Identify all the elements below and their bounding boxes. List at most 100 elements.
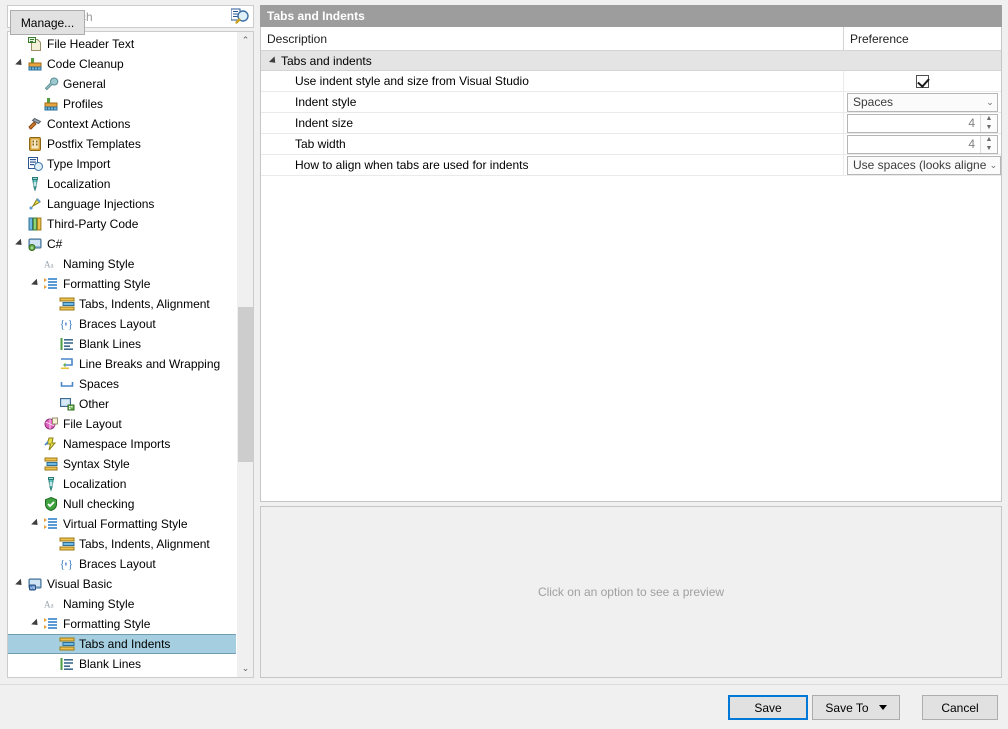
scrollbar-thumb[interactable] (238, 307, 253, 462)
option-value-cell[interactable]: Use spaces (looks aligne⌄ (844, 155, 1002, 176)
svg-text:{: { (60, 557, 66, 571)
tree-item-postfix-templates[interactable]: Postfix Templates (8, 134, 236, 154)
tree-item-label: Localization (47, 174, 110, 194)
tree-item-c[interactable]: #C# (8, 234, 236, 254)
tree-item-label: Formatting Style (63, 614, 150, 634)
save-button[interactable]: Save (728, 695, 808, 720)
option-row[interactable]: How to align when tabs are used for inde… (261, 155, 1001, 176)
option-row[interactable]: Indent styleSpaces⌄ (261, 92, 1001, 113)
option-row[interactable]: Use indent style and size from Visual St… (261, 71, 1001, 92)
stepper-value[interactable]: 4 (848, 115, 980, 132)
tree-item-label: Tabs, Indents, Alignment (79, 294, 210, 314)
file-layout-icon (43, 416, 59, 432)
tree-item-code-cleanup[interactable]: Code Cleanup (8, 54, 236, 74)
svg-text:a: a (51, 602, 55, 610)
tree-item-virtual-formatting-style[interactable]: Virtual Formatting Style (8, 514, 236, 534)
formatting-icon (43, 616, 59, 632)
scroll-up-arrow[interactable]: ⌃ (237, 32, 254, 49)
expand-collapse-icon[interactable] (30, 520, 43, 528)
tree-item-label: Tabs and Indents (79, 635, 170, 653)
expand-collapse-icon[interactable] (14, 240, 27, 248)
tree-item-tabs-and-indents[interactable]: Tabs and Indents (8, 634, 236, 654)
expand-collapse-icon[interactable] (30, 620, 43, 628)
tree-item-visual-basic[interactable]: VBVisual Basic (8, 574, 236, 594)
scroll-down-arrow[interactable]: ⌄ (237, 660, 254, 677)
option-row[interactable]: Indent size4▲▼ (261, 113, 1001, 134)
stepper-up-icon[interactable]: ▲ (981, 136, 997, 145)
option-dropdown[interactable]: Use spaces (looks aligne⌄ (847, 156, 1001, 175)
expand-collapse-icon[interactable] (30, 280, 43, 288)
tree-item-language-injections[interactable]: Language Injections (8, 194, 236, 214)
chevron-down-icon[interactable]: ⌄ (983, 98, 997, 107)
option-value-cell[interactable]: 4▲▼ (844, 134, 1001, 155)
chevron-down-icon[interactable] (879, 705, 887, 710)
tree-item-naming-style[interactable]: AaNaming Style (8, 594, 236, 614)
tree-item-syntax-style[interactable]: Syntax Style (8, 454, 236, 474)
chevron-down-icon[interactable]: ⌄ (986, 161, 1000, 170)
preview-placeholder: Click on an option to see a preview (538, 585, 724, 599)
tree-item-file-header-text[interactable]: File Header Text (8, 34, 236, 54)
tree-item-third-party-code[interactable]: Third-Party Code (8, 214, 236, 234)
tree-item-braces-layout[interactable]: {}Braces Layout (8, 314, 236, 334)
tree-item-label: File Header Text (47, 34, 134, 54)
stepper-value[interactable]: 4 (848, 136, 980, 153)
stepper-buttons[interactable]: ▲▼ (980, 115, 997, 132)
grid-group-row[interactable]: Tabs and indents (261, 51, 1001, 71)
tree-item-general[interactable]: General (8, 74, 236, 94)
tree-item-null-checking[interactable]: Null checking (8, 494, 236, 514)
tree-item-label: Code Cleanup (47, 54, 124, 74)
stepper-down-icon[interactable]: ▼ (981, 144, 997, 153)
option-value-cell[interactable] (844, 71, 1001, 92)
tree-scrollbar[interactable]: ⌃ ⌄ (236, 32, 253, 677)
tree-item-label: Virtual Formatting Style (63, 514, 188, 534)
tree-item-localization[interactable]: Localization (8, 174, 236, 194)
tree-item-file-layout[interactable]: File Layout (8, 414, 236, 434)
stepper-down-icon[interactable]: ▼ (981, 123, 997, 132)
option-dropdown[interactable]: Spaces⌄ (847, 93, 998, 112)
tree-item-tabs-indents-alignment[interactable]: Tabs, Indents, Alignment (8, 534, 236, 554)
numeric-stepper[interactable]: 4▲▼ (847, 135, 998, 154)
spaces-icon (59, 376, 75, 392)
naming-icon: Aa (43, 596, 59, 612)
options-tree[interactable]: File Header TextCode CleanupGeneralProfi… (7, 31, 254, 678)
wrench-icon (43, 76, 59, 92)
tree-item-blank-lines[interactable]: Blank Lines (8, 654, 236, 674)
tree-item-namespace-imports[interactable]: Namespace Imports (8, 434, 236, 454)
dropdown-value: Spaces (853, 95, 983, 109)
stepper-up-icon[interactable]: ▲ (981, 115, 997, 124)
tree-item-naming-style[interactable]: AaNaming Style (8, 254, 236, 274)
group-expand-icon[interactable] (265, 57, 281, 65)
tree-item-label: Namespace Imports (63, 434, 170, 454)
tree-item-line-breaks-and-wrapping[interactable]: Line Breaks and Wrapping (8, 354, 236, 374)
option-value-cell[interactable]: 4▲▼ (844, 113, 1001, 134)
column-header-description[interactable]: Description (261, 27, 844, 50)
tree-item-braces-layout[interactable]: {}Braces Layout (8, 554, 236, 574)
tree-item-context-actions[interactable]: Context Actions (8, 114, 236, 134)
tree-item-formatting-style[interactable]: Formatting Style (8, 274, 236, 294)
tree-item-other[interactable]: Other (8, 394, 236, 414)
tree-item-label: Postfix Templates (47, 134, 141, 154)
tree-item-localization[interactable]: Localization (8, 474, 236, 494)
column-header-preference[interactable]: Preference (844, 27, 1001, 50)
tree-item-blank-lines[interactable]: Blank Lines (8, 334, 236, 354)
save-to-button[interactable]: Save To (812, 695, 900, 720)
cancel-button[interactable]: Cancel (922, 695, 998, 720)
stepper-buttons[interactable]: ▲▼ (980, 136, 997, 153)
option-description: Tab width (261, 134, 844, 155)
option-row[interactable]: Tab width4▲▼ (261, 134, 1001, 155)
expand-collapse-icon[interactable] (14, 580, 27, 588)
tree-item-label: Tabs, Indents, Alignment (79, 534, 210, 554)
manage-button[interactable]: Manage... (10, 10, 85, 35)
tree-list[interactable]: File Header TextCode CleanupGeneralProfi… (8, 32, 236, 677)
expand-collapse-icon[interactable] (14, 60, 27, 68)
type-import-icon (27, 156, 43, 172)
tree-item-type-import[interactable]: Type Import (8, 154, 236, 174)
numeric-stepper[interactable]: 4▲▼ (847, 114, 998, 133)
tree-item-formatting-style[interactable]: Formatting Style (8, 614, 236, 634)
option-value-cell[interactable]: Spaces⌄ (844, 92, 1001, 113)
use-vs-indent-checkbox[interactable] (916, 75, 929, 88)
tree-item-tabs-indents-alignment[interactable]: Tabs, Indents, Alignment (8, 294, 236, 314)
tree-item-spaces[interactable]: Spaces (8, 374, 236, 394)
tree-item-profiles[interactable]: Profiles (8, 94, 236, 114)
braces-icon: {} (59, 556, 75, 572)
